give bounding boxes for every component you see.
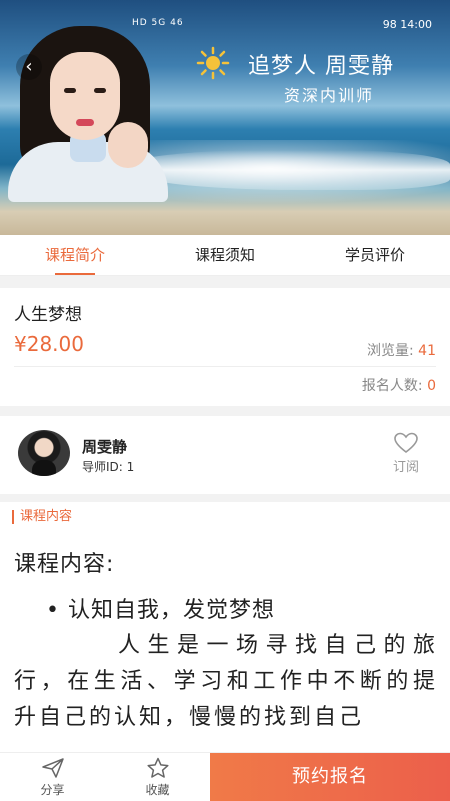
subscribe-label: 订阅	[392, 460, 419, 475]
avatar[interactable]	[18, 430, 70, 476]
enroll-label: 报名人数:	[361, 378, 423, 394]
content-paragraph: 人生是一场寻找自己的旅行，在生活、学习和工作中不断的提升自己的认知，慢慢的找到自…	[14, 633, 438, 730]
chevron-left-icon: ‹	[25, 56, 33, 77]
teacher-photo	[8, 22, 168, 202]
favorite-button[interactable]: 收藏	[105, 753, 210, 801]
tab-course-notice[interactable]: 课程须知	[150, 235, 300, 275]
book-enroll-button[interactable]: 预约报名	[210, 753, 450, 801]
hero-banner: HD 5G 46 98 14:00 ‹ 追梦人 周雯静 资深内训师	[0, 0, 450, 235]
views-value: 41	[418, 343, 436, 359]
heart-icon	[394, 432, 418, 454]
content-title: 课程内容:	[14, 552, 115, 577]
bottom-action-bar: 分享 收藏 预约报名	[0, 752, 450, 801]
views-count: 浏览量: 41	[367, 340, 436, 360]
share-label: 分享	[40, 783, 65, 797]
star-icon	[146, 757, 169, 778]
send-icon	[41, 758, 64, 778]
tab-student-reviews[interactable]: 学员评价	[300, 235, 450, 275]
enroll-value: 0	[427, 378, 436, 394]
tab-bar: 课程简介 课程须知 学员评价	[0, 235, 450, 276]
course-price: ¥28.00	[14, 332, 84, 356]
tab-course-intro[interactable]: 课程简介	[0, 235, 150, 275]
divider	[14, 366, 436, 367]
hero-subtitle: 资深内训师	[284, 86, 375, 105]
teacher-id: 导师ID: 1	[82, 460, 135, 474]
content-bullet: 认知自我，发觉梦想	[46, 592, 275, 624]
course-name: 人生梦想	[14, 305, 82, 325]
course-info-card: 人生梦想 ¥28.00 浏览量: 41 报名人数: 0	[0, 288, 450, 406]
favorite-label: 收藏	[145, 783, 170, 797]
section-heading: 课程内容	[12, 510, 72, 524]
enroll-count: 报名人数: 0	[362, 375, 436, 395]
course-content-card: 课程内容 课程内容: 认知自我，发觉梦想 人生是一场寻找自己的旅行，在生活、学习…	[0, 502, 450, 752]
teacher-card[interactable]: 周雯静 导师ID: 1 订阅	[0, 416, 450, 494]
share-button[interactable]: 分享	[0, 753, 105, 801]
status-bar-time: 98 14:00	[382, 18, 432, 31]
views-label: 浏览量:	[367, 343, 414, 359]
back-button[interactable]: ‹	[16, 54, 42, 80]
teacher-name: 周雯静	[82, 438, 128, 456]
subscribe-button[interactable]: 订阅	[388, 432, 424, 475]
sun-icon	[196, 46, 230, 80]
hero-title: 追梦人 周雯静	[248, 54, 394, 79]
